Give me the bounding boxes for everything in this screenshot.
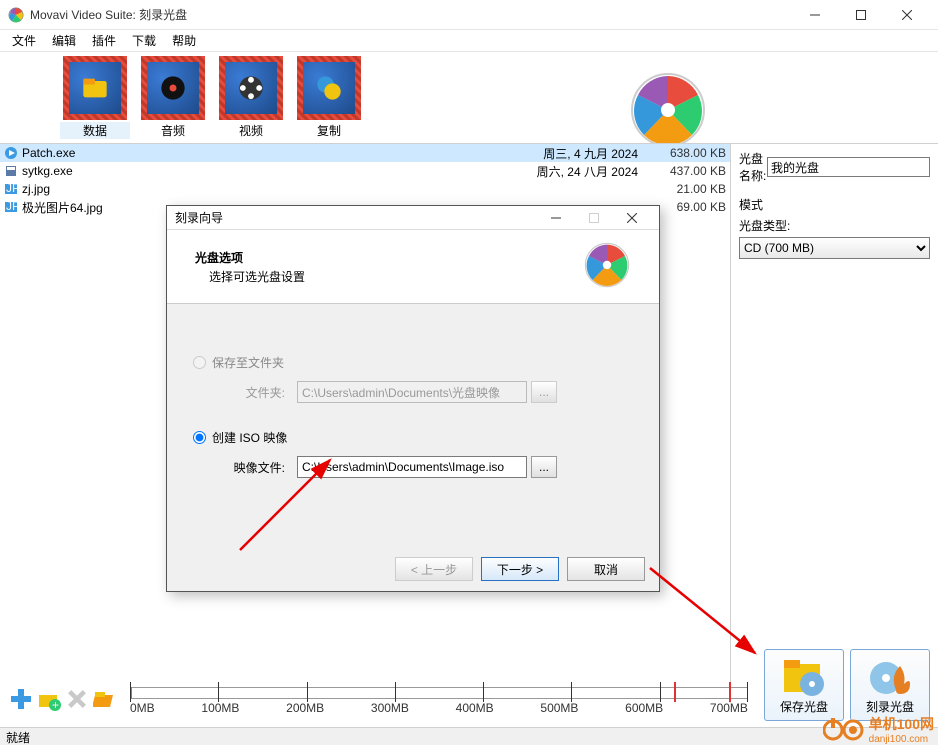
file-row[interactable]: JPG zj.jpg 21.00 KB: [0, 180, 730, 198]
mode-label: 模式: [739, 196, 930, 213]
maximize-button[interactable]: [838, 1, 884, 29]
dialog-titlebar: 刻录向导: [167, 206, 659, 230]
category-toolbar: 数据 音频 视频 复制: [0, 52, 938, 143]
window-controls: [792, 1, 930, 29]
save-disc-button[interactable]: 保存光盘: [764, 649, 844, 721]
app-icon: [8, 7, 24, 23]
watermark-logo-icon: [823, 718, 867, 742]
play-icon: [4, 146, 18, 160]
disc-name-label: 光盘名称:: [739, 150, 767, 184]
burn-disc-button[interactable]: 刻录光盘: [850, 649, 930, 721]
app-logo: [628, 70, 708, 150]
browse-folder-button: ...: [531, 381, 557, 403]
dialog-maximize-button[interactable]: [575, 207, 613, 229]
image-file-input[interactable]: [297, 456, 527, 478]
disc-name-input[interactable]: [767, 157, 930, 177]
image-file-label: 映像文件:: [217, 459, 285, 476]
folder-label: 文件夹:: [217, 384, 285, 401]
svg-text:+: +: [52, 698, 59, 711]
dialog-minimize-button[interactable]: [537, 207, 575, 229]
status-text: 就绪: [6, 731, 30, 745]
cancel-button[interactable]: 取消: [567, 557, 645, 581]
remove-button[interactable]: [64, 686, 90, 712]
svg-text:JPG: JPG: [6, 200, 18, 213]
category-video[interactable]: 视频: [216, 56, 286, 139]
exe-icon: [4, 164, 18, 178]
category-data[interactable]: 数据: [60, 56, 130, 139]
bottom-toolbar: + 0MB 100MB 200MB 300MB 400MB 500MB 600M…: [0, 671, 938, 727]
burn-wizard-dialog: 刻录向导 光盘选项 选择可选光盘设置 保存至文件夹 文件夹:: [166, 205, 660, 592]
window-title: Movavi Video Suite: 刻录光盘: [30, 6, 792, 23]
next-button[interactable]: 下一步 >: [481, 557, 559, 581]
menu-file[interactable]: 文件: [4, 30, 44, 51]
minimize-button[interactable]: [792, 1, 838, 29]
dialog-header: 光盘选项 选择可选光盘设置: [167, 230, 659, 304]
menu-edit[interactable]: 编辑: [44, 30, 84, 51]
add-folder-button[interactable]: +: [36, 686, 62, 712]
file-row[interactable]: sytkg.exe 周六, 24 八月 2024 437.00 KB: [0, 162, 730, 180]
dialog-close-button[interactable]: [613, 207, 651, 229]
menu-help[interactable]: 帮助: [164, 30, 204, 51]
titlebar: Movavi Video Suite: 刻录光盘: [0, 0, 938, 30]
jpg-icon: JPG: [4, 182, 18, 196]
back-button[interactable]: < 上一步: [395, 557, 473, 581]
disc-type-select[interactable]: CD (700 MB): [739, 237, 930, 259]
menu-plugin[interactable]: 插件: [84, 30, 124, 51]
category-audio[interactable]: 音频: [138, 56, 208, 139]
add-button[interactable]: [8, 686, 34, 712]
folder-input: [297, 381, 527, 403]
browse-image-button[interactable]: ...: [531, 456, 557, 478]
dialog-title: 刻录向导: [175, 209, 537, 226]
right-panel: 光盘名称: 模式 光盘类型: CD (700 MB): [730, 143, 938, 703]
dialog-header-subtitle: 选择可选光盘设置: [195, 268, 583, 285]
jpg-icon: JPG: [4, 200, 18, 214]
radio-create-iso[interactable]: 创建 ISO 映像: [193, 429, 633, 446]
file-row[interactable]: Patch.exe 周三, 4 九月 2024 638.00 KB: [0, 144, 730, 162]
statusbar: 就绪: [0, 727, 938, 745]
svg-text:JPG: JPG: [6, 182, 18, 195]
category-copy[interactable]: 复制: [294, 56, 364, 139]
dialog-logo-icon: [583, 241, 631, 292]
disc-type-label: 光盘类型:: [739, 217, 930, 234]
watermark: 单机100网 danji100.com: [823, 714, 934, 745]
menu-download[interactable]: 下载: [124, 30, 164, 51]
close-button[interactable]: [884, 1, 930, 29]
radio-save-folder[interactable]: 保存至文件夹: [193, 354, 633, 371]
dialog-header-title: 光盘选项: [195, 249, 583, 266]
menubar: 文件 编辑 插件 下载 帮助: [0, 30, 938, 52]
size-scale: 0MB 100MB 200MB 300MB 400MB 500MB 600MB …: [130, 679, 748, 719]
open-button[interactable]: [92, 686, 118, 712]
